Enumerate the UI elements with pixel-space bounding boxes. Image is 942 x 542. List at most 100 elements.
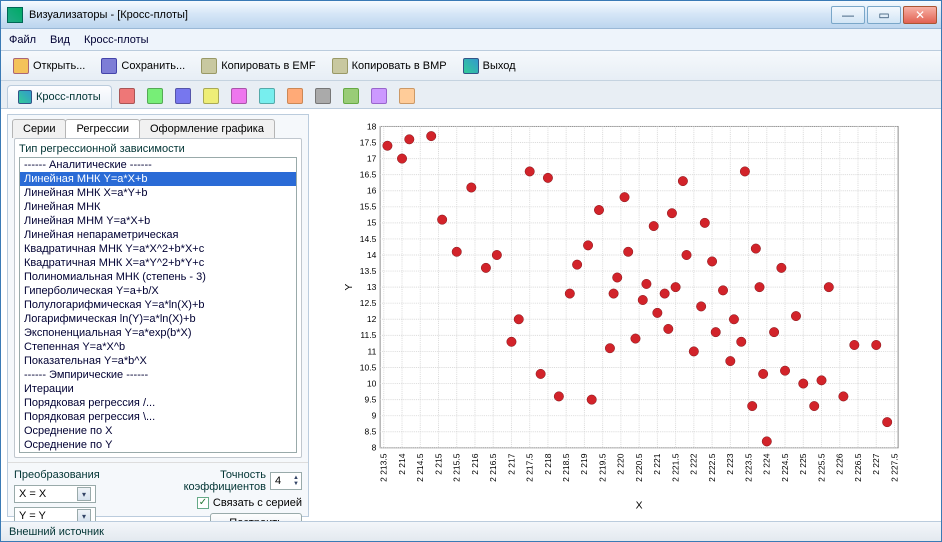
list-item[interactable]: Порядковая регрессия /... <box>20 396 296 410</box>
list-item[interactable]: Гиперболическая Y=a+b/X <box>20 284 296 298</box>
list-item[interactable]: Линейная МНМ Y=a*X+b <box>20 214 296 228</box>
svg-text:9: 9 <box>372 411 377 421</box>
copy-icon <box>201 58 217 74</box>
svg-text:2 227: 2 227 <box>871 453 881 475</box>
menu-view[interactable]: Вид <box>50 34 70 46</box>
svg-text:2 220: 2 220 <box>616 453 626 475</box>
svg-text:8: 8 <box>372 443 377 453</box>
minimize-button[interactable]: — <box>831 6 865 24</box>
svg-text:12: 12 <box>367 314 377 324</box>
svg-text:Y: Y <box>344 284 355 291</box>
exit-button[interactable]: Выход <box>457 56 522 76</box>
chevron-down-icon: ▾ <box>77 487 91 501</box>
save-button[interactable]: Сохранить... <box>95 56 191 76</box>
svg-text:2 223: 2 223 <box>725 453 735 475</box>
tool-icon-10[interactable] <box>366 84 392 108</box>
list-item[interactable]: Линейная непараметрическая <box>20 228 296 242</box>
list-item[interactable]: Осреднение по Y <box>20 438 296 452</box>
svg-text:17.5: 17.5 <box>360 137 377 147</box>
tool-icon-8[interactable] <box>310 84 336 108</box>
svg-text:2 219: 2 219 <box>579 453 589 475</box>
svg-text:13.5: 13.5 <box>360 266 377 276</box>
app-icon <box>7 7 23 23</box>
svg-text:2 226.5: 2 226.5 <box>853 453 863 482</box>
list-item[interactable]: Квадратичная МНК Y=a*X^2+b*X+c <box>20 242 296 256</box>
svg-text:2 222.5: 2 222.5 <box>707 453 717 482</box>
list-item[interactable]: ------ Эмпирические ------ <box>20 368 296 382</box>
link-series-checkbox[interactable]: ✓Связать с серией <box>197 497 302 509</box>
tool-icon-9[interactable] <box>338 84 364 108</box>
svg-text:2 221: 2 221 <box>652 453 662 475</box>
close-button[interactable]: ✕ <box>903 6 937 24</box>
tool-icon-6[interactable] <box>254 84 280 108</box>
subtab-regressions[interactable]: Регрессии <box>65 119 140 138</box>
regression-type-label: Тип регрессионной зависимости <box>19 143 297 155</box>
precision-spinner[interactable]: 4 ▲▼ <box>270 472 302 490</box>
copy-emf-button[interactable]: Копировать в EMF <box>195 56 321 76</box>
menu-file[interactable]: Файл <box>9 34 36 46</box>
svg-text:15: 15 <box>367 218 377 228</box>
subtab-series[interactable]: Серии <box>12 119 66 138</box>
svg-text:2 226: 2 226 <box>835 453 845 475</box>
subtab-style[interactable]: Оформление графика <box>139 119 275 138</box>
tool-icon-4[interactable] <box>198 84 224 108</box>
tool-icon-2[interactable] <box>142 84 168 108</box>
list-item[interactable]: Линейная МНК X=a*Y+b <box>20 186 296 200</box>
window-title: Визуализаторы - [Кросс-плоты] <box>29 9 831 21</box>
list-item[interactable]: Показательная Y=a*b^X <box>20 354 296 368</box>
list-item[interactable]: Осреднение по X <box>20 424 296 438</box>
svg-text:15.5: 15.5 <box>360 202 377 212</box>
menubar: Файл Вид Кросс-плоты <box>1 29 941 51</box>
tool-icon-5[interactable] <box>226 84 252 108</box>
list-item[interactable]: Порядковая регрессия \... <box>20 410 296 424</box>
svg-text:2 223.5: 2 223.5 <box>743 453 753 482</box>
tool-icon-11[interactable] <box>394 84 420 108</box>
list-item[interactable]: ------ Аналитические ------ <box>20 158 296 172</box>
tool-icon-7[interactable] <box>282 84 308 108</box>
x-transform-combo[interactable]: X = X▾ <box>14 485 96 503</box>
open-button[interactable]: Открыть... <box>7 56 91 76</box>
svg-text:8.5: 8.5 <box>365 427 377 437</box>
svg-text:9.5: 9.5 <box>365 394 377 404</box>
build-button[interactable]: Построить <box>210 513 302 521</box>
svg-text:2 217: 2 217 <box>506 453 516 475</box>
copy-bmp-button[interactable]: Копировать в BMP <box>326 56 453 76</box>
list-item[interactable]: Линейная МНК Y=a*X+b <box>20 172 296 186</box>
list-item[interactable]: Линейная МНК <box>20 200 296 214</box>
exit-icon <box>463 58 479 74</box>
svg-text:2 219.5: 2 219.5 <box>597 453 607 482</box>
y-transform-combo[interactable]: Y = Y▾ <box>14 507 96 521</box>
svg-text:2 220.5: 2 220.5 <box>634 453 644 482</box>
tab-crossplots[interactable]: Кросс-плоты <box>7 85 112 108</box>
copy-emf-label: Копировать в EMF <box>221 60 315 72</box>
list-item[interactable]: Степенная Y=a*X^b <box>20 340 296 354</box>
link-series-label: Связать с серией <box>213 497 302 509</box>
subtabs: Серии Регрессии Оформление графика <box>8 115 308 138</box>
list-item[interactable]: Полиномиальная МНК (степень - 3) <box>20 270 296 284</box>
svg-text:2 224: 2 224 <box>762 453 772 475</box>
maximize-button[interactable]: ▭ <box>867 6 901 24</box>
svg-text:10: 10 <box>367 378 377 388</box>
svg-text:2 218: 2 218 <box>543 453 553 475</box>
svg-text:2 215.5: 2 215.5 <box>452 453 462 482</box>
save-label: Сохранить... <box>121 60 185 72</box>
regression-listbox[interactable]: ------ Аналитические ------Линейная МНК … <box>19 157 297 453</box>
scatter-chart: 88.599.51010.51111.51212.51313.51414.515… <box>316 117 932 514</box>
svg-text:2 214.5: 2 214.5 <box>415 453 425 482</box>
menu-crossplots[interactable]: Кросс-плоты <box>84 34 149 46</box>
list-item[interactable]: Логарифмическая ln(Y)=a*ln(X)+b <box>20 312 296 326</box>
svg-text:18: 18 <box>367 121 377 131</box>
list-item[interactable]: Квадратичная МНК X=a*Y^2+b*Y+c <box>20 256 296 270</box>
tool-icon-1[interactable] <box>114 84 140 108</box>
open-label: Открыть... <box>33 60 85 72</box>
svg-text:2 218.5: 2 218.5 <box>561 453 571 482</box>
tool-icon-3[interactable] <box>170 84 196 108</box>
list-item[interactable]: Экспоненциальная Y=a*exp(b*X) <box>20 326 296 340</box>
svg-text:16.5: 16.5 <box>360 169 377 179</box>
list-item[interactable]: Итерации <box>20 382 296 396</box>
svg-text:2 217.5: 2 217.5 <box>525 453 535 482</box>
list-item[interactable]: Полулогарифмическая Y=a*ln(X)+b <box>20 298 296 312</box>
transforms-label: Преобразования <box>14 469 100 481</box>
statusbar: Внешний источник <box>1 521 941 541</box>
toolbar: Открыть... Сохранить... Копировать в EMF… <box>1 51 941 81</box>
